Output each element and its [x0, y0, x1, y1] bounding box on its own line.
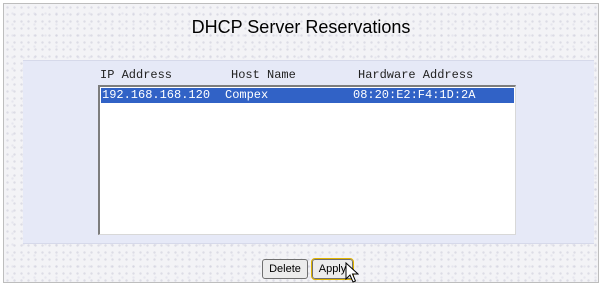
- arrow-cursor-icon: [345, 262, 359, 283]
- delete-button[interactable]: Delete: [262, 259, 308, 279]
- reservations-listbox[interactable]: 192.168.168.120 Compex 08:20:E2:F4:1D:2A: [98, 85, 516, 235]
- list-item[interactable]: 192.168.168.120 Compex 08:20:E2:F4:1D:2A: [101, 88, 514, 103]
- reservations-panel: IP Address Host Name Hardware Address 19…: [23, 60, 594, 244]
- column-header-host: Host Name: [231, 68, 296, 82]
- column-header-hardware: Hardware Address: [358, 68, 474, 82]
- page-frame: DHCP Server Reservations IP Address Host…: [3, 3, 599, 283]
- column-header-ip: IP Address: [100, 68, 173, 82]
- reservation-host: Compex: [225, 88, 269, 102]
- reservation-hardware: 08:20:E2:F4:1D:2A: [353, 88, 476, 102]
- reservation-ip: 192.168.168.120: [102, 88, 211, 102]
- page-title: DHCP Server Reservations: [191, 17, 411, 37]
